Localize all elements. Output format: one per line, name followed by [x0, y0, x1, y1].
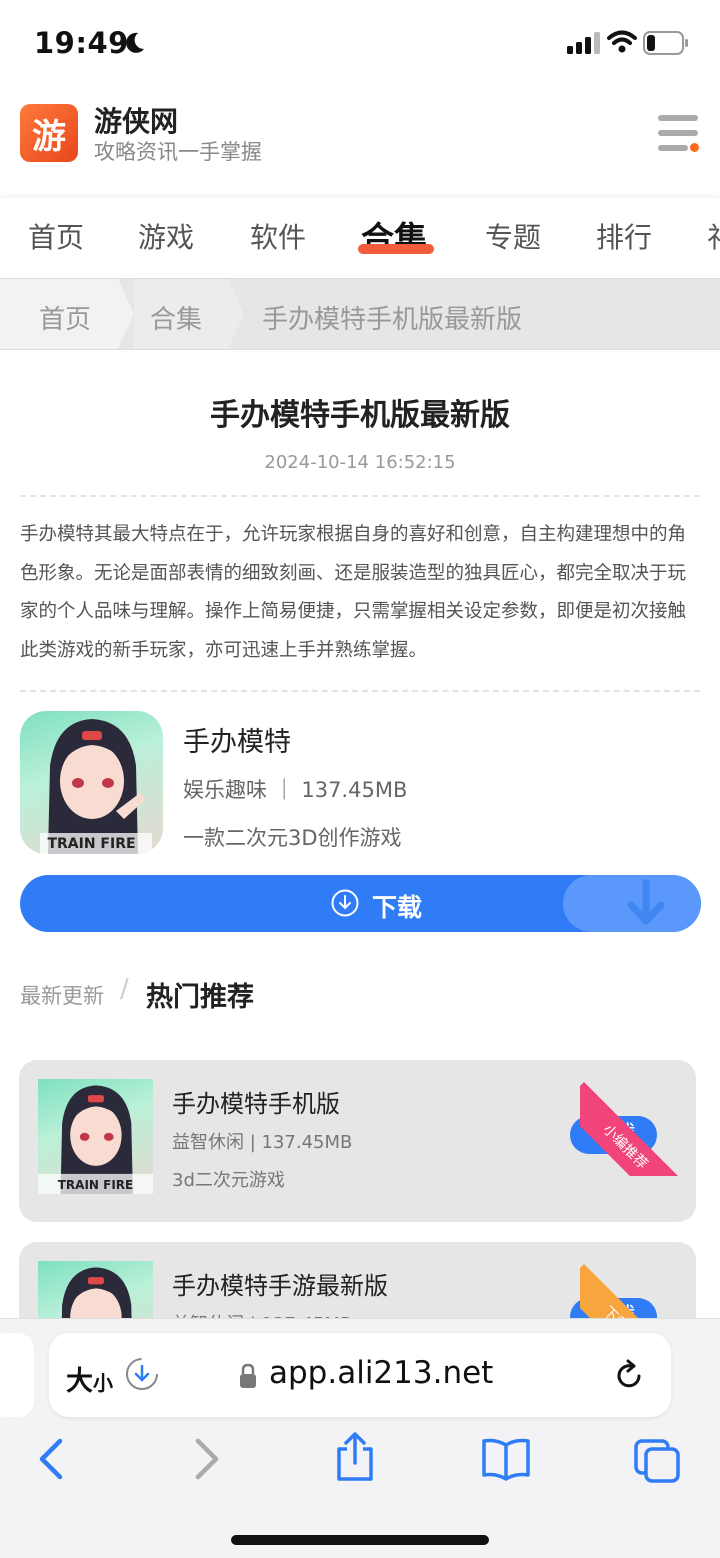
text-size-button[interactable]: 大小	[66, 1359, 113, 1398]
status-bar: 19:49	[0, 0, 720, 88]
breadcrumb-home[interactable]: 首页	[39, 299, 91, 336]
back-icon[interactable]	[36, 1437, 66, 1481]
anime-girl-illustration	[38, 1085, 153, 1194]
recommend-name: 手办模特手游最新版	[172, 1272, 388, 1300]
tab-topics[interactable]: 专题	[485, 216, 541, 256]
browser-toolbar: 大小 app.ali213.net	[0, 1318, 720, 1558]
previous-tab-peek[interactable]	[0, 1333, 34, 1417]
editor-pick-ribbon: 小编推荐	[580, 1056, 700, 1176]
tab-rankings[interactable]: 排行	[596, 216, 652, 256]
nav-tabs: 首页 游戏 软件 合集 专题 排行 礼	[0, 198, 720, 276]
app-description: 一款二次元3D创作游戏	[183, 826, 402, 850]
recommend-name: 手办模特手机版	[172, 1090, 340, 1118]
breadcrumb-collections[interactable]: 合集	[150, 299, 202, 336]
divider	[20, 495, 700, 497]
section-divider: /	[120, 974, 129, 1004]
status-time: 19:49	[34, 26, 129, 60]
download-button[interactable]: 下载	[20, 875, 701, 932]
battery-icon	[643, 31, 688, 55]
lock-icon	[240, 1363, 256, 1388]
home-indicator	[231, 1535, 489, 1545]
breadcrumb: 首页 合集 手办模特手机版最新版	[0, 278, 720, 350]
tab-latest-updates[interactable]: 最新更新	[20, 980, 104, 1010]
active-tab-underline	[358, 244, 434, 254]
site-slogan: 攻略资讯一手掌握	[94, 140, 262, 164]
recommend-thumb: TRAIN FIRE	[38, 1079, 153, 1194]
thumb-caption: TRAIN FIRE	[57, 1178, 134, 1192]
tab-software[interactable]: 软件	[250, 216, 306, 256]
wifi-icon	[607, 30, 637, 53]
arrow-down-icon	[627, 879, 665, 925]
article-date: 2024-10-14 16:52:15	[264, 452, 456, 473]
signal-icon	[567, 32, 600, 54]
site-header: 游 游侠网 攻略资讯一手掌握	[0, 88, 720, 198]
breadcrumb-separator	[118, 279, 134, 349]
site-logo[interactable]: 游	[20, 104, 78, 162]
divider	[20, 690, 700, 692]
notification-dot	[690, 143, 699, 152]
tab-games[interactable]: 游戏	[138, 216, 194, 256]
download-status-icon[interactable]	[125, 1357, 159, 1391]
text-size-small: 小	[93, 1371, 113, 1395]
moon-icon	[126, 32, 144, 53]
url-text[interactable]: app.ali213.net	[269, 1355, 493, 1391]
tab-gifts[interactable]: 礼	[707, 216, 720, 256]
tab-home[interactable]: 首页	[28, 216, 84, 256]
article-body: 手办模特其最大特点在于，允许玩家根据自身的喜好和创意，自主构建理想中的角色形象。…	[20, 524, 687, 661]
article-title: 手办模特手机版最新版	[210, 398, 510, 433]
tab-hot-recommend[interactable]: 热门推荐	[146, 975, 254, 1014]
address-bar[interactable]: 大小 app.ali213.net	[49, 1333, 671, 1417]
breadcrumb-current: 手办模特手机版最新版	[262, 305, 523, 335]
share-icon[interactable]	[334, 1431, 376, 1483]
breadcrumb-separator	[228, 279, 244, 349]
text-size-large: 大	[66, 1366, 93, 1397]
bookmarks-icon[interactable]	[480, 1437, 532, 1481]
app-icon[interactable]: TRAIN FIRE	[20, 711, 163, 854]
download-label: 下载	[372, 893, 423, 922]
forward-icon[interactable]	[192, 1437, 222, 1481]
app-meta: 娱乐趣味 ｜ 137.45MB	[183, 778, 408, 802]
ribbon-label: 小编推荐	[580, 1082, 691, 1176]
tabs-icon[interactable]	[632, 1437, 682, 1483]
anime-girl-illustration	[40, 719, 152, 854]
site-name: 游侠网	[94, 105, 179, 138]
app-name: 手办模特	[183, 727, 291, 758]
logo-text: 游	[32, 116, 66, 157]
app-icon-caption: TRAIN FIRE	[47, 836, 136, 852]
recommend-desc: 3d二次元游戏	[172, 1170, 285, 1191]
recommend-meta: 益智休闲 | 137.45MB	[172, 1132, 353, 1153]
download-circle-icon	[331, 889, 359, 917]
reload-icon[interactable]	[611, 1357, 647, 1393]
